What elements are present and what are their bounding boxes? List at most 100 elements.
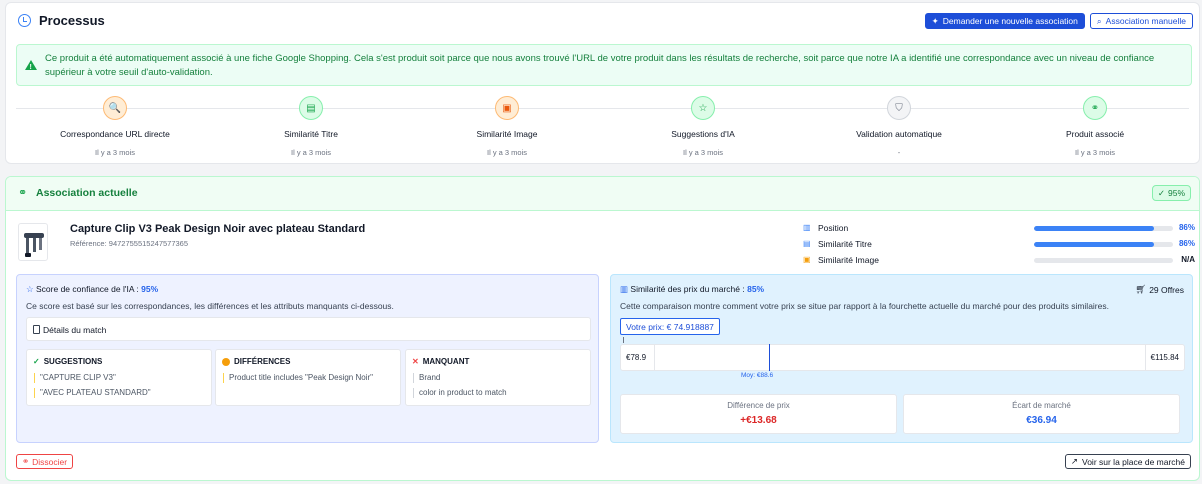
request-association-button[interactable]: ✦ Demander une nouvelle association [924,13,1085,29]
association-score-value: 95% [1167,188,1185,198]
product-image [24,233,44,257]
dissociate-label: Dissocier [32,456,68,467]
document-icon: ▤ [299,96,323,120]
offers-label: 29 Offres [1149,284,1184,295]
metric-value: 86% [1178,223,1195,232]
star-icon: ☆ [691,96,715,120]
price-difference-box: Différence de prix +€13.68 [620,394,897,434]
document-icon [33,325,40,334]
missing-header: ✕ MANQUANT [412,357,469,366]
difference-item: Product title includes "Peak Design Noir… [223,373,373,383]
differences-box: DIFFÉRENCES Product title includes "Peak… [215,349,401,406]
view-marketplace-label: Voir sur la place de marché [1082,456,1185,467]
metric-row: ▣ Similarité Image N/A [803,254,1195,270]
star-icon: ☆ [26,284,34,294]
link-icon: ⚭ [18,187,28,199]
manual-association-button[interactable]: ⌕ Association manuelle [1089,13,1193,29]
ai-panel-title: ☆ Score de confiance de l'IA : 95% [26,284,158,295]
metric-label: Position [818,223,849,233]
x-icon: ✕ [412,357,419,366]
market-gap-box: Écart de marché €36.94 [903,394,1180,434]
step-time: Il y a 3 mois [290,148,331,157]
timeline-step: ☆ Suggestions d'IA Il y a 3 mois [605,96,801,157]
market-gap-value: €36.94 [1026,415,1057,426]
step-label: Correspondance URL directe [60,129,170,139]
link-icon: ⚭ [1083,96,1107,120]
metric-bar-fill [1034,226,1154,231]
timeline-step: 🔍 Correspondance URL directe Il y a 3 mois [17,96,213,157]
your-price-marker [623,337,624,343]
timeline-step: ⚭ Produit associé Il y a 3 mois [997,96,1193,157]
check-icon: ✓ [33,357,40,366]
metric-bar [1034,258,1173,263]
range-max: €115.84 [1144,345,1184,370]
process-actions: ✦ Demander une nouvelle association ⌕ As… [924,13,1193,29]
differences-header: DIFFÉRENCES [222,357,290,366]
metric-value: N/A [1181,255,1195,264]
timeline-step: ▤ Similarité Titre Il y a 3 mois [213,96,409,157]
step-label: Similarité Titre [284,129,338,139]
search-icon: 🔍 [103,96,127,120]
request-association-label: Demander une nouvelle association [942,16,1078,26]
association-score-badge: ✓ 95% [1151,185,1191,201]
metric-bar-fill [1034,242,1154,247]
missing-item: color in product to match [413,388,507,398]
step-time: Il y a 3 mois [1074,148,1115,157]
average-label: Moy: €88.6 [741,372,774,379]
product-thumbnail [18,223,48,261]
range-min: €78.9 [621,345,655,370]
step-time: Il y a 3 mois [682,148,723,157]
process-header: Processus [18,13,105,28]
association-card: ⚭ Association actuelle ✓ 95% Capture Cli… [5,176,1200,481]
market-score-value: 85% [747,284,765,294]
suggestions-box: ✓ SUGGESTIONS "CAPTURE CLIP V3" "AVEC PL… [26,349,212,406]
manual-association-label: Association manuelle [1105,16,1186,26]
differences-title: DIFFÉRENCES [234,357,291,366]
price-range-bar: €78.9 €115.84 [620,344,1185,371]
market-price-panel: ▥ Similarité des prix du marché : 85% 🛒︎… [610,274,1193,443]
suggestion-item: "CAPTURE CLIP V3" [34,373,116,383]
price-difference-label: Différence de prix [727,401,790,410]
metric-bar [1034,242,1173,247]
bar-chart-icon: ▥ [620,284,629,294]
timeline-step: ▣ Similarité Image Il y a 3 mois [409,96,605,157]
step-label: Similarité Image [476,129,538,139]
ai-score-value: 95% [141,284,159,294]
association-header: ⚭ Association actuelle ✓ 95% [6,177,1199,211]
step-time: Il y a 3 mois [94,148,135,157]
metric-label: Similarité Image [818,255,879,265]
average-marker [769,344,770,371]
step-label: Validation automatique [856,129,942,139]
ai-title-prefix: Score de confiance de l'IA : [36,284,142,294]
image-icon: ▣ [495,96,519,120]
external-link-icon: ↗ [1070,456,1078,466]
market-gap-label: Écart de marché [1012,401,1071,410]
your-price-badge: Votre prix: € 74.918887 [620,318,720,335]
auto-association-alert: Ce produit a été automatiquement associé… [16,44,1192,86]
dot-icon [222,357,230,366]
price-difference-value: +€13.68 [740,415,777,426]
step-time: Il y a 3 mois [486,148,527,157]
ai-panel-description: Ce score est basé sur les correspondance… [26,301,394,311]
bar-chart-icon: ▥ [803,223,811,232]
product-reference: Référence: 9472755515247577365 [70,239,189,248]
unlink-icon: ⚭ [22,456,30,466]
suggestions-title: SUGGESTIONS [43,357,103,366]
clock-icon [18,14,31,27]
shield-check-icon: ⛉ [887,96,911,120]
check-icon: ✓ [1157,187,1165,198]
step-label: Produit associé [1065,129,1125,139]
missing-box: ✕ MANQUANT Brand color in product to mat… [405,349,591,406]
metric-row: ▤ Similarité Titre 86% [803,238,1195,254]
process-title: Processus [39,13,105,28]
match-details-toggle[interactable]: Détails du match [26,317,591,341]
process-card: Processus ✦ Demander une nouvelle associ… [5,2,1200,164]
cart-icon: 🛒︎ [1135,284,1147,294]
market-panel-title: ▥ Similarité des prix du marché : 85% [620,284,764,295]
warning-icon [25,60,37,75]
dissociate-button[interactable]: ⚭ Dissocier [16,454,74,469]
ai-confidence-panel: ☆ Score de confiance de l'IA : 95% Ce sc… [16,274,599,443]
timeline-step: ⛉ Validation automatique - [801,96,997,157]
view-marketplace-button[interactable]: ↗ Voir sur la place de marché [1064,454,1191,469]
metric-bar [1034,226,1173,231]
